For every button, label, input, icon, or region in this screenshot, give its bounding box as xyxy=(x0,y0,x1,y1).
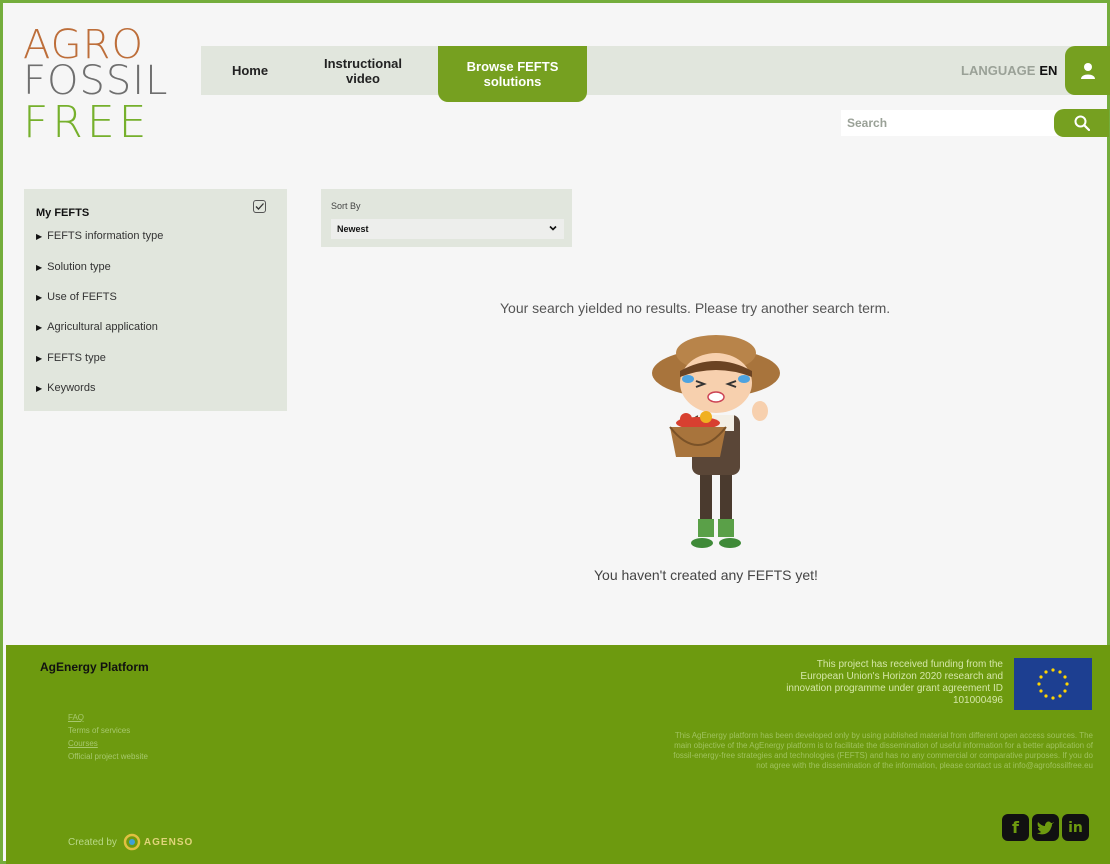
expand-triangle-icon: ▶ xyxy=(36,383,43,393)
filter-label: FEFTS information type xyxy=(47,230,164,242)
filter-solution-type[interactable]: ▶ Solution type xyxy=(36,261,111,273)
filter-label: FEFTS type xyxy=(47,352,106,364)
user-icon xyxy=(1081,62,1095,79)
twitter-icon[interactable] xyxy=(1032,814,1059,841)
footer-link-courses[interactable]: Courses xyxy=(68,737,148,750)
twitter-bird-glyph xyxy=(1036,821,1054,835)
page-frame: AGRO FOSSIL FREE Home Instructional vide… xyxy=(0,0,1110,864)
footer-link-terms[interactable]: Terms of services xyxy=(68,724,148,737)
sort-select[interactable]: Newest xyxy=(331,219,564,239)
chevron-down-icon xyxy=(549,225,557,231)
expand-triangle-icon: ▶ xyxy=(36,353,43,363)
facebook-icon[interactable]: f xyxy=(1002,814,1029,841)
agrofossilfree-logo[interactable]: AGRO FOSSIL FREE xyxy=(23,25,173,145)
language-label: LANGUAGE xyxy=(961,63,1036,78)
sort-panel: Sort By Newest xyxy=(321,189,572,247)
my-fefts-title: My FEFTS xyxy=(36,207,90,219)
footer-link-official-website[interactable]: Official project website xyxy=(68,750,148,763)
crying-farmer-illustration xyxy=(652,335,780,548)
created-by-label: Created by xyxy=(68,836,117,848)
agenso-logo-text: AGENSO xyxy=(143,836,194,848)
disclaimer-text: This AgEnergy platform has been develope… xyxy=(673,731,1093,770)
logo-line-2: FOSSIL xyxy=(23,58,169,104)
filter-agricultural-application[interactable]: ▶ Agricultural application xyxy=(36,321,158,333)
no-results-message: Your search yielded no results. Please t… xyxy=(500,300,891,316)
user-account-button[interactable] xyxy=(1065,46,1110,95)
filter-label: Agricultural application xyxy=(47,321,158,333)
nav-home[interactable]: Home xyxy=(201,46,299,95)
filter-label: Solution type xyxy=(47,261,111,273)
expand-triangle-icon: ▶ xyxy=(36,292,43,302)
footer-links: FAQ Terms of services Courses Official p… xyxy=(68,711,148,763)
filter-fefts-type[interactable]: ▶ FEFTS type xyxy=(36,352,106,364)
linkedin-icon[interactable]: in xyxy=(1062,814,1089,841)
main-navbar: Home Instructional video Browse FEFTS so… xyxy=(201,46,1110,102)
language-value: EN xyxy=(1039,63,1058,78)
filter-keywords[interactable]: ▶ Keywords xyxy=(36,382,95,394)
funding-statement: This project has received funding from t… xyxy=(786,659,1003,706)
my-fefts-checkbox[interactable] xyxy=(253,200,266,213)
footer: AgEnergy Platform FAQ Terms of services … xyxy=(6,645,1110,864)
nav-browse-fefts-solutions[interactable]: Browse FEFTS solutions xyxy=(438,46,587,102)
search-input[interactable] xyxy=(841,110,1059,136)
search-icon xyxy=(1074,115,1090,131)
search-button[interactable] xyxy=(1054,109,1109,137)
expand-triangle-icon: ▶ xyxy=(36,231,43,241)
language-selector[interactable]: LANGUAGE EN xyxy=(961,46,1057,95)
checkmark-icon xyxy=(255,203,264,210)
social-links: f in xyxy=(1002,814,1089,841)
footer-link-faq[interactable]: FAQ xyxy=(68,711,148,724)
nav-instructional-video[interactable]: Instructional video xyxy=(311,46,415,95)
filter-sidebar: My FEFTS ▶ FEFTS information type ▶ Solu… xyxy=(24,189,287,411)
sort-by-label: Sort By xyxy=(331,201,361,211)
logo-line-3: FREE xyxy=(23,97,151,148)
created-by: Created by AGENSO xyxy=(68,833,193,851)
filter-label: Use of FEFTS xyxy=(47,291,117,303)
agenso-logo[interactable]: AGENSO xyxy=(123,833,193,851)
filter-label: Keywords xyxy=(47,382,96,394)
expand-triangle-icon: ▶ xyxy=(36,262,43,272)
expand-triangle-icon: ▶ xyxy=(36,322,43,332)
filter-fefts-information-type[interactable]: ▶ FEFTS information type xyxy=(36,230,163,242)
agenso-logo-icon xyxy=(123,833,141,851)
eu-flag-icon xyxy=(1014,658,1092,710)
sort-selected-value: Newest xyxy=(337,224,369,234)
no-fefts-message: You haven't created any FEFTS yet! xyxy=(594,567,818,583)
footer-title: AgEnergy Platform xyxy=(40,660,149,674)
filter-use-of-fefts[interactable]: ▶ Use of FEFTS xyxy=(36,291,117,303)
